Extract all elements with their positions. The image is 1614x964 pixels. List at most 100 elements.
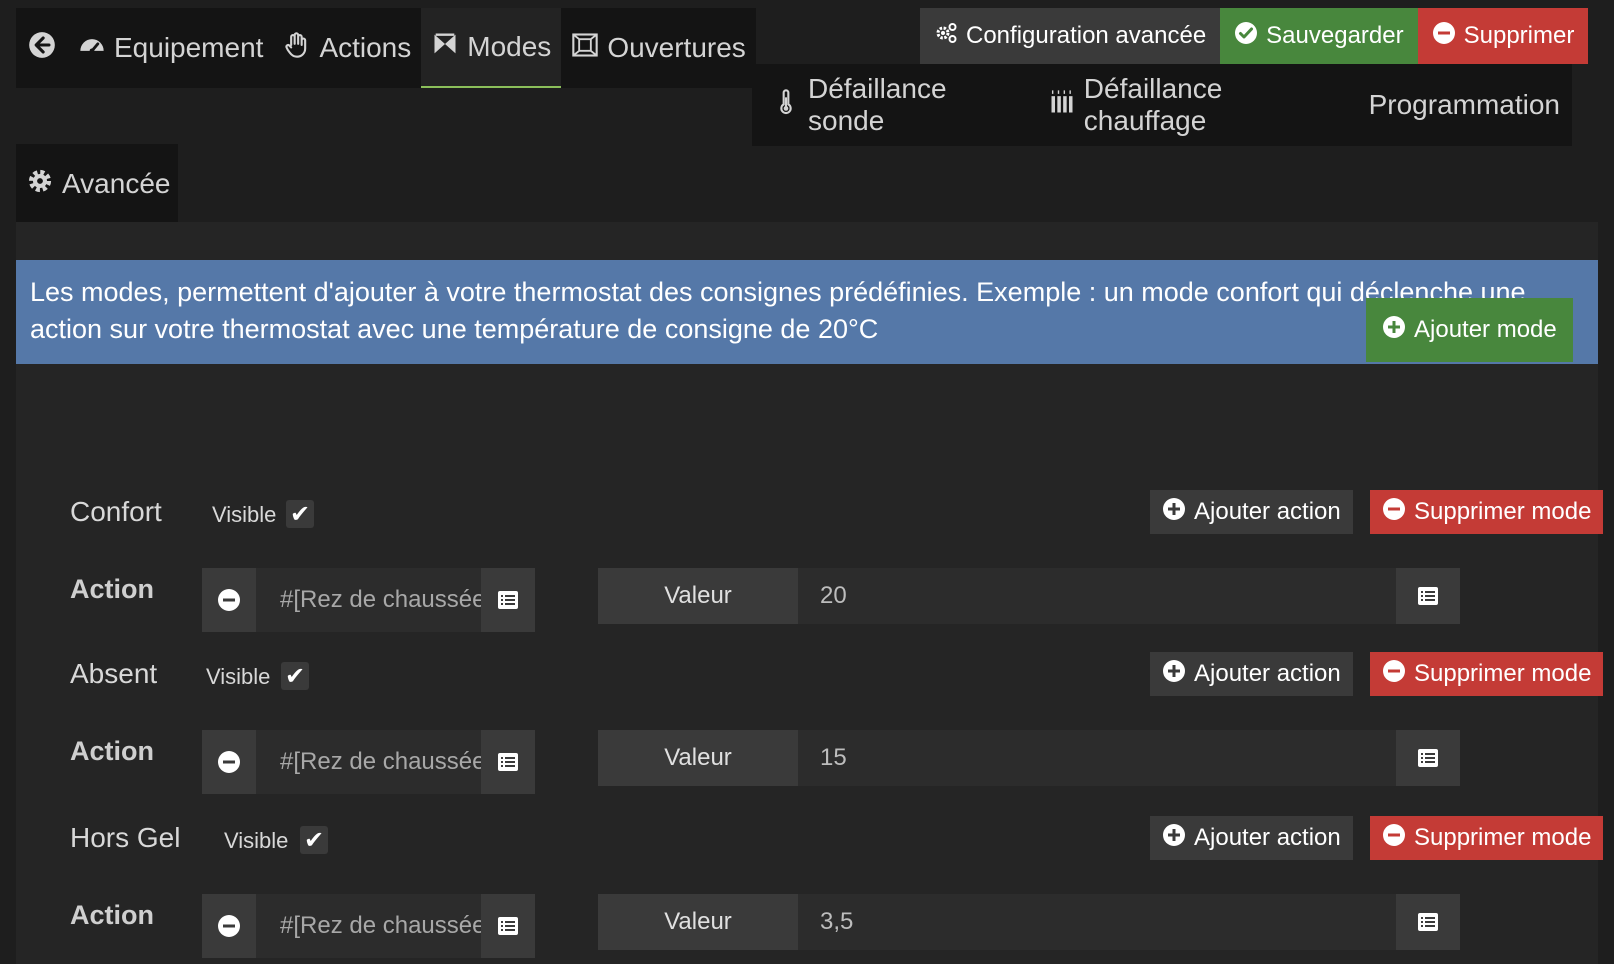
command-input[interactable] bbox=[256, 894, 481, 958]
list-icon bbox=[498, 753, 518, 771]
value-input[interactable] bbox=[798, 894, 1396, 950]
plus-circle-icon bbox=[1162, 659, 1186, 690]
tab-actions-label: Actions bbox=[319, 32, 412, 63]
command-group bbox=[202, 568, 535, 632]
save-button[interactable]: Sauvegarder bbox=[1220, 8, 1418, 64]
action-label: Action bbox=[70, 574, 154, 604]
plus-circle-icon bbox=[1162, 823, 1186, 854]
secondary-tabs: Défaillance sonde Défaillance chauffage … bbox=[752, 64, 1572, 146]
advanced-config-label: Configuration avancée bbox=[966, 22, 1207, 49]
visible-label: Visible bbox=[206, 664, 271, 689]
add-action-label: Ajouter action bbox=[1194, 824, 1341, 851]
visible-checkbox[interactable]: ✔ bbox=[300, 826, 328, 854]
list-icon bbox=[1418, 913, 1438, 931]
list-icon bbox=[498, 591, 518, 609]
remove-action-button[interactable] bbox=[202, 568, 256, 632]
value-label: Valeur bbox=[598, 568, 798, 624]
select-command-button[interactable] bbox=[481, 730, 535, 794]
tab-defaillance-sonde-label: Défaillance sonde bbox=[808, 73, 947, 136]
select-value-button[interactable] bbox=[1396, 730, 1460, 786]
visible-label: Visible bbox=[212, 502, 277, 527]
tab-ouvertures-label: Ouvertures bbox=[607, 32, 746, 63]
tab-defaillance-chauffage-label: Défaillance chauffage bbox=[1083, 73, 1223, 136]
delete-mode-button[interactable]: Supprimer mode bbox=[1370, 652, 1604, 696]
add-mode-label: Ajouter mode bbox=[1414, 316, 1557, 343]
value-label: Valeur bbox=[598, 894, 798, 950]
delete-mode-label: Supprimer mode bbox=[1414, 498, 1592, 525]
tab-modes-label: Modes bbox=[467, 31, 552, 62]
value-input[interactable] bbox=[798, 730, 1396, 786]
value-input[interactable] bbox=[798, 568, 1396, 624]
value-group: Valeur bbox=[598, 730, 1460, 786]
value-label: Valeur bbox=[598, 730, 798, 786]
fan-icon bbox=[431, 30, 459, 65]
command-group bbox=[202, 894, 535, 958]
gauge-icon bbox=[78, 31, 106, 66]
advanced-config-button[interactable]: Configuration avancée bbox=[920, 8, 1221, 64]
delete-mode-button[interactable]: Supprimer mode bbox=[1370, 490, 1604, 534]
check-circle-icon bbox=[1234, 21, 1258, 52]
command-input[interactable] bbox=[256, 730, 481, 794]
minus-circle-icon bbox=[218, 751, 240, 773]
add-action-button[interactable]: Ajouter action bbox=[1150, 652, 1353, 696]
tab-ouvertures[interactable]: Ouvertures bbox=[561, 8, 756, 88]
add-action-button[interactable]: Ajouter action bbox=[1150, 816, 1353, 860]
minus-circle-icon bbox=[218, 589, 240, 611]
arrow-left-circle-icon bbox=[28, 31, 56, 66]
gears-icon bbox=[934, 21, 958, 52]
action-label: Action bbox=[70, 736, 154, 766]
mode-name: Confort bbox=[70, 496, 162, 527]
tertiary-tabs: Avancée bbox=[16, 144, 178, 224]
visible-checkbox[interactable]: ✔ bbox=[281, 662, 309, 690]
main-tabs: Equipement Actions Modes Ouvertures bbox=[16, 8, 756, 88]
info-alert: Les modes, permettent d'ajouter à votre … bbox=[16, 260, 1598, 364]
minus-circle-icon bbox=[1382, 497, 1406, 528]
tab-modes[interactable]: Modes bbox=[421, 8, 562, 88]
hand-icon bbox=[283, 31, 311, 66]
delete-label: Supprimer bbox=[1463, 22, 1575, 49]
back-button[interactable] bbox=[16, 8, 68, 88]
minus-circle-icon bbox=[1382, 823, 1406, 854]
command-group bbox=[202, 730, 535, 794]
delete-mode-label: Supprimer mode bbox=[1414, 824, 1592, 851]
delete-mode-label: Supprimer mode bbox=[1414, 660, 1592, 687]
radiator-icon bbox=[1048, 88, 1076, 123]
remove-action-button[interactable] bbox=[202, 894, 256, 958]
thermometer-icon bbox=[772, 88, 800, 123]
mode-name: Absent bbox=[70, 658, 158, 689]
add-action-label: Ajouter action bbox=[1194, 660, 1341, 687]
add-action-button[interactable]: Ajouter action bbox=[1150, 490, 1353, 534]
visible-checkbox[interactable]: ✔ bbox=[286, 500, 314, 528]
value-group: Valeur bbox=[598, 568, 1460, 624]
tab-equipement[interactable]: Equipement bbox=[68, 8, 273, 88]
delete-button[interactable]: Supprimer bbox=[1417, 8, 1589, 64]
minus-circle-icon bbox=[1432, 21, 1456, 52]
gear-icon bbox=[26, 167, 54, 202]
save-label: Sauvegarder bbox=[1266, 22, 1404, 49]
tab-defaillance-sonde[interactable]: Défaillance sonde bbox=[760, 64, 1036, 146]
minus-circle-icon bbox=[218, 915, 240, 937]
select-command-button[interactable] bbox=[481, 568, 535, 632]
remove-action-button[interactable] bbox=[202, 730, 256, 794]
tab-avancee[interactable]: Avancée bbox=[16, 144, 180, 224]
tab-programmation[interactable]: Programmation bbox=[1357, 64, 1572, 146]
minus-circle-icon bbox=[1382, 659, 1406, 690]
command-input[interactable] bbox=[256, 568, 481, 632]
tab-actions[interactable]: Actions bbox=[273, 8, 421, 88]
add-action-label: Ajouter action bbox=[1194, 498, 1341, 525]
action-label: Action bbox=[70, 900, 154, 930]
select-command-button[interactable] bbox=[481, 894, 535, 958]
value-group: Valeur bbox=[598, 894, 1460, 950]
mode-name: Hors Gel bbox=[70, 822, 181, 853]
window-icon bbox=[571, 31, 599, 66]
delete-mode-button[interactable]: Supprimer mode bbox=[1370, 816, 1604, 860]
select-value-button[interactable] bbox=[1396, 568, 1460, 624]
add-mode-button[interactable]: Ajouter mode bbox=[1366, 298, 1573, 362]
list-icon bbox=[498, 917, 518, 935]
tab-defaillance-chauffage[interactable]: Défaillance chauffage bbox=[1036, 64, 1357, 146]
tab-avancee-label: Avancée bbox=[62, 168, 171, 199]
info-text: Les modes, permettent d'ajouter à votre … bbox=[30, 277, 1526, 344]
toolbar: Configuration avancée Sauvegarder Suppri… bbox=[920, 8, 1589, 64]
list-icon bbox=[1418, 587, 1438, 605]
select-value-button[interactable] bbox=[1396, 894, 1460, 950]
